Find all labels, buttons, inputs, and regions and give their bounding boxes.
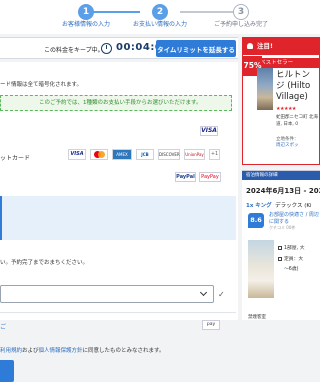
step-3-label: ご予約申し込み完了 — [213, 21, 269, 28]
hotel-name: ヒルトン ジ (Hilto Village) — [276, 70, 311, 102]
payment-promo-banner: このご予約では、1種類のお支払い手段からお選びいただけます。 — [0, 95, 232, 111]
price-hold-text: この料金をキープ中。 — [44, 47, 104, 54]
paypay-logo: PayPay — [199, 172, 221, 182]
selected-payment-section[interactable] — [0, 196, 236, 240]
mastercard-brand-icon — [90, 149, 108, 160]
booking-summary-sidebar: 注目! ベストセラー 75% OFF ヒルトン ジ (Hilto Village… — [242, 37, 320, 320]
stay-details-box: 宿泊情報の詳細 2024年6月13日 - 2024年 1x キング デラックス … — [242, 170, 320, 320]
more-brands-count: +1 — [209, 149, 220, 160]
check-icon: ✓ — [218, 290, 225, 299]
nearby-spots-link[interactable]: 周辺スポッ — [276, 142, 299, 148]
terms-mid: および — [22, 348, 39, 354]
hotel-photo — [257, 68, 273, 110]
person-icon — [278, 256, 282, 261]
visa-brand-icon: VISA — [68, 149, 86, 160]
room-detail-line: 〜6歳) — [284, 265, 299, 272]
jcb-brand-icon: JCB — [136, 149, 154, 160]
bed-icon — [278, 245, 282, 250]
step-connector — [86, 11, 140, 13]
stay-dates: 2024年6月13日 - 2024年 — [246, 187, 320, 195]
step-2-label: お支払い情報の入力 — [132, 21, 188, 28]
step-connector — [180, 11, 234, 13]
divider — [0, 312, 236, 313]
attention-banner: 注目! — [243, 38, 320, 55]
room-type: 1x キング デラックス (Ki — [246, 201, 312, 209]
room-detail-text: 1部屋, 大 — [284, 246, 305, 251]
payment-method-note: い。予約完了までおまちください。 — [0, 260, 89, 266]
payment-select-dropdown[interactable] — [0, 285, 214, 303]
mastercard-orange-circle — [98, 151, 105, 158]
review-score-link[interactable]: お部屋の快適さ / 周辺に関する — [269, 212, 320, 226]
bell-icon — [247, 43, 253, 49]
stay-details-header: 宿泊情報の詳細 — [242, 171, 320, 180]
hotel-card: 注目! ベストセラー 75% OFF ヒルトン ジ (Hilto Village… — [242, 37, 320, 165]
option-label[interactable]: ご — [0, 322, 6, 331]
hotel-address: 虻田郡ニセコ町 北海道, 日本, 0 — [276, 115, 318, 127]
star-rating: ★★★★★ — [276, 106, 296, 112]
room-count: 1x キング — [246, 203, 272, 209]
review-score-badge: 8.6 — [248, 213, 264, 228]
submit-button-edge[interactable] — [0, 360, 14, 382]
room-name: デラックス (Ki — [275, 203, 312, 209]
review-count: クチコミ 00件 — [269, 225, 296, 230]
privacy-policy-link[interactable]: 個人情報保護方針 — [39, 348, 83, 354]
room-detail-line: 1部屋, 大 — [278, 244, 305, 251]
visa-logo: VISA — [200, 126, 218, 136]
unionpay-brand-icon: UnionPay — [184, 149, 205, 160]
room-detail-text: 〜6歳) — [284, 267, 299, 272]
bestseller-badge: ベストセラー — [257, 58, 320, 68]
clock-icon — [101, 43, 112, 54]
amex-brand-icon: AMEX — [112, 149, 132, 160]
step-1-label: お客様情報の入力 — [61, 21, 111, 28]
step-1-circle: 1 — [78, 4, 94, 20]
room-detail-text: 定員：大 — [284, 257, 304, 262]
progress-stepper: 1 お客様情報の入力 2 お支払い情報の入力 3 ご予約申し込み完了 — [0, 0, 320, 34]
encryption-note: ード情報は全て暗号化されます。 — [0, 82, 82, 88]
room-photo — [248, 240, 274, 298]
terms-text: 利用規約および個人情報保護方針に同意したものとみなされます。 — [0, 346, 165, 354]
step-2-circle: 2 — [152, 4, 168, 20]
non-smoking-label: 禁煙客室 — [248, 315, 266, 320]
pay-brand-icon: pay — [202, 320, 220, 330]
terms-suffix: に同意したものとみなされます。 — [82, 348, 165, 354]
terms-of-use-link[interactable]: 利用規約 — [0, 348, 22, 354]
price-hold-timer-bar: この料金をキープ中。 00:04:09 タイムリミットを延長する — [0, 37, 238, 59]
payment-panel: ード情報は全て暗号化されます。 このご予約では、1種類のお支払い手段からお選びい… — [0, 62, 238, 382]
step-3-circle: 3 — [233, 4, 249, 20]
paypal-logo: PayPal — [175, 172, 196, 182]
discover-brand-icon: DISCOVER — [158, 149, 180, 160]
extend-time-limit-button[interactable]: タイムリミットを延長する — [156, 40, 236, 57]
credit-card-option-label[interactable]: ットカード — [0, 153, 30, 162]
room-detail-line: 定員：大 — [278, 255, 303, 262]
